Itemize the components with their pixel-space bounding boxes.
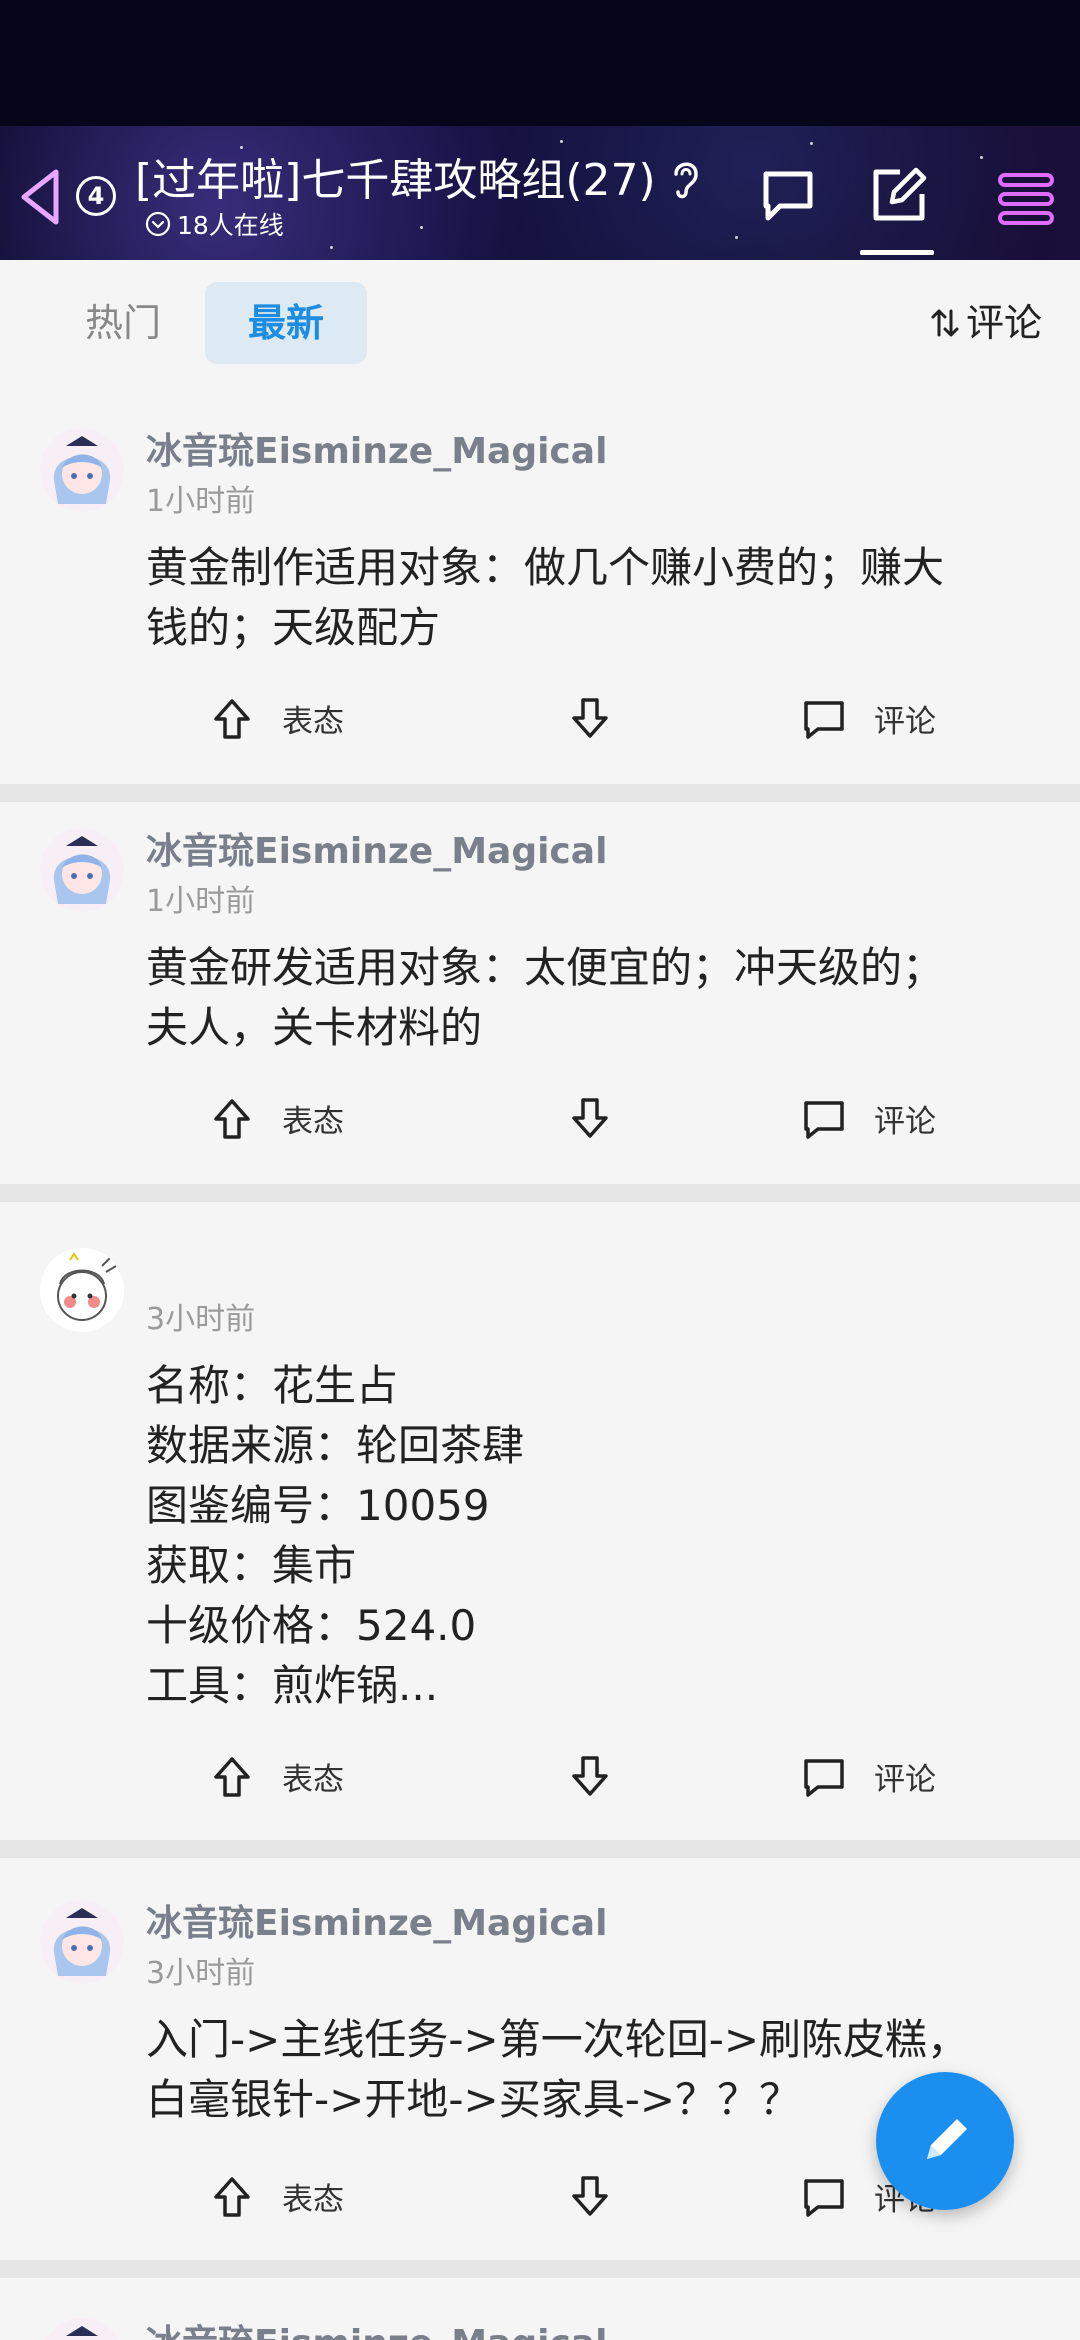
edit-icon[interactable] [870, 166, 928, 224]
downvote-button[interactable] [568, 2174, 612, 2218]
content-line: 工具：煎炸锅... [146, 1661, 439, 1710]
avatar[interactable] [40, 1900, 124, 1984]
arrow-up-icon [214, 2176, 250, 2217]
arrow-down-icon [572, 1756, 608, 1796]
online-count: 18人在线 [177, 211, 284, 240]
comment-label: 评论 [874, 1762, 936, 1798]
react-button[interactable]: 表态 [210, 1754, 344, 1799]
post-card[interactable]: 冰音琉Eisminze_Magical 1小时前 黄金研发适用对象：太便宜的；冲… [0, 802, 1080, 1184]
post-author[interactable]: 冰音琉Eisminze_Magical [146, 1894, 607, 1946]
react-label: 表态 [282, 704, 344, 740]
content-line: 获取：集市 [146, 1541, 357, 1590]
menu-icon[interactable] [996, 170, 1056, 228]
sort-label: 评论 [965, 301, 1042, 345]
status-bar [0, 0, 1080, 126]
chevron-down-circle-icon [145, 211, 171, 237]
react-button[interactable]: 表态 [210, 2174, 344, 2219]
tab-new[interactable]: 最新 [205, 282, 367, 364]
post-content[interactable]: 黄金研发适用对象：太便宜的；冲天级的； 夫人，关卡材料的 [146, 938, 1036, 1058]
post-divider [0, 1184, 1080, 1202]
sort-button[interactable]: 评论 [930, 282, 1042, 364]
post-divider [0, 784, 1080, 802]
downvote-button[interactable] [568, 1096, 612, 1140]
comment-icon [804, 2178, 844, 2217]
avatar[interactable] [40, 428, 124, 512]
group-header: 4 [过年啦]七千肆攻略组(27) 18人在线 [0, 126, 1080, 260]
comment-label: 评论 [874, 704, 936, 740]
comment-button[interactable]: 评论 [802, 1096, 936, 1141]
react-label: 表态 [282, 2182, 344, 2218]
post-divider [0, 1840, 1080, 1858]
react-button[interactable]: 表态 [210, 696, 344, 741]
ear-icon[interactable] [668, 156, 702, 202]
post-time: 3小时前 [146, 1956, 256, 1991]
content-line: 黄金研发适用对象：太便宜的；冲天级的； [146, 943, 945, 992]
comment-icon [804, 1758, 844, 1797]
downvote-button[interactable] [568, 696, 612, 740]
arrow-up-icon [214, 1098, 250, 1139]
post-author[interactable]: 冰音琉Eisminze_Magical [146, 2314, 607, 2340]
content-line: 十级价格：524.0 [146, 1601, 477, 1650]
comment-button[interactable]: 评论 [802, 1754, 936, 1799]
post-divider [0, 2260, 1080, 2278]
post-time: 3小时前 [146, 1302, 256, 1337]
content-line: 黄金制作适用对象：做几个赚小费的；赚大 [146, 543, 945, 592]
filter-tabs: 热门 最新 评论 [0, 260, 1080, 388]
group-title[interactable]: [过年啦]七千肆攻略组(27) [135, 144, 656, 208]
arrow-up-icon [214, 1756, 250, 1797]
chat-icon[interactable] [760, 168, 816, 222]
active-tab-indicator [860, 250, 934, 255]
post-author[interactable]: 冰音琉Eisminze_Magical [146, 422, 607, 474]
comment-icon [804, 1100, 844, 1139]
post-card[interactable]: 3小时前 名称：花生占 数据来源：轮回茶肆 图鉴编号：10059 获取：集市 十… [0, 1202, 1080, 1840]
back-icon[interactable] [18, 166, 64, 228]
react-label: 表态 [282, 1104, 344, 1140]
unread-badge: 4 [76, 176, 116, 216]
content-line: 夫人，关卡材料的 [146, 1003, 483, 1052]
compose-fab[interactable] [876, 2072, 1014, 2210]
post-time: 1小时前 [146, 884, 256, 919]
comment-icon [804, 700, 844, 739]
comment-button[interactable]: 评论 [802, 696, 936, 741]
react-button[interactable]: 表态 [210, 1096, 344, 1141]
content-line: 图鉴编号：10059 [146, 1481, 490, 1530]
tab-hot[interactable]: 热门 [60, 282, 186, 364]
post-card[interactable]: 冰音琉Eisminze_Magical 1小时前 黄金制作适用对象：做几个赚小费… [0, 388, 1080, 784]
post-content[interactable]: 名称：花生占 数据来源：轮回茶肆 图鉴编号：10059 获取：集市 十级价格：5… [146, 1356, 1036, 1716]
content-line: 名称：花生占 [146, 1361, 399, 1410]
pencil-icon [927, 2119, 967, 2159]
downvote-button[interactable] [568, 1754, 612, 1798]
online-status: 18人在线 [145, 206, 284, 242]
arrow-up-icon [214, 698, 250, 739]
arrow-down-icon [572, 698, 608, 738]
post-card[interactable]: 冰音琉Eisminze_Magical [0, 2278, 1080, 2340]
react-label: 表态 [282, 1762, 344, 1798]
content-line: 入门->主线任务->第一次轮回->刷陈皮糕， [146, 2015, 970, 2064]
avatar[interactable] [40, 828, 124, 912]
post-author[interactable]: 冰音琉Eisminze_Magical [146, 822, 607, 874]
arrow-down-icon [572, 2176, 608, 2216]
content-line: 数据来源：轮回茶肆 [146, 1421, 525, 1470]
content-line: 钱的；天级配方 [146, 603, 441, 652]
avatar[interactable] [40, 2318, 124, 2340]
post-content[interactable]: 黄金制作适用对象：做几个赚小费的；赚大 钱的；天级配方 [146, 538, 1036, 658]
post-time: 1小时前 [146, 484, 256, 519]
sort-icon [931, 309, 959, 337]
comment-label: 评论 [874, 1104, 936, 1140]
avatar[interactable] [40, 1248, 124, 1332]
arrow-down-icon [572, 1098, 608, 1138]
